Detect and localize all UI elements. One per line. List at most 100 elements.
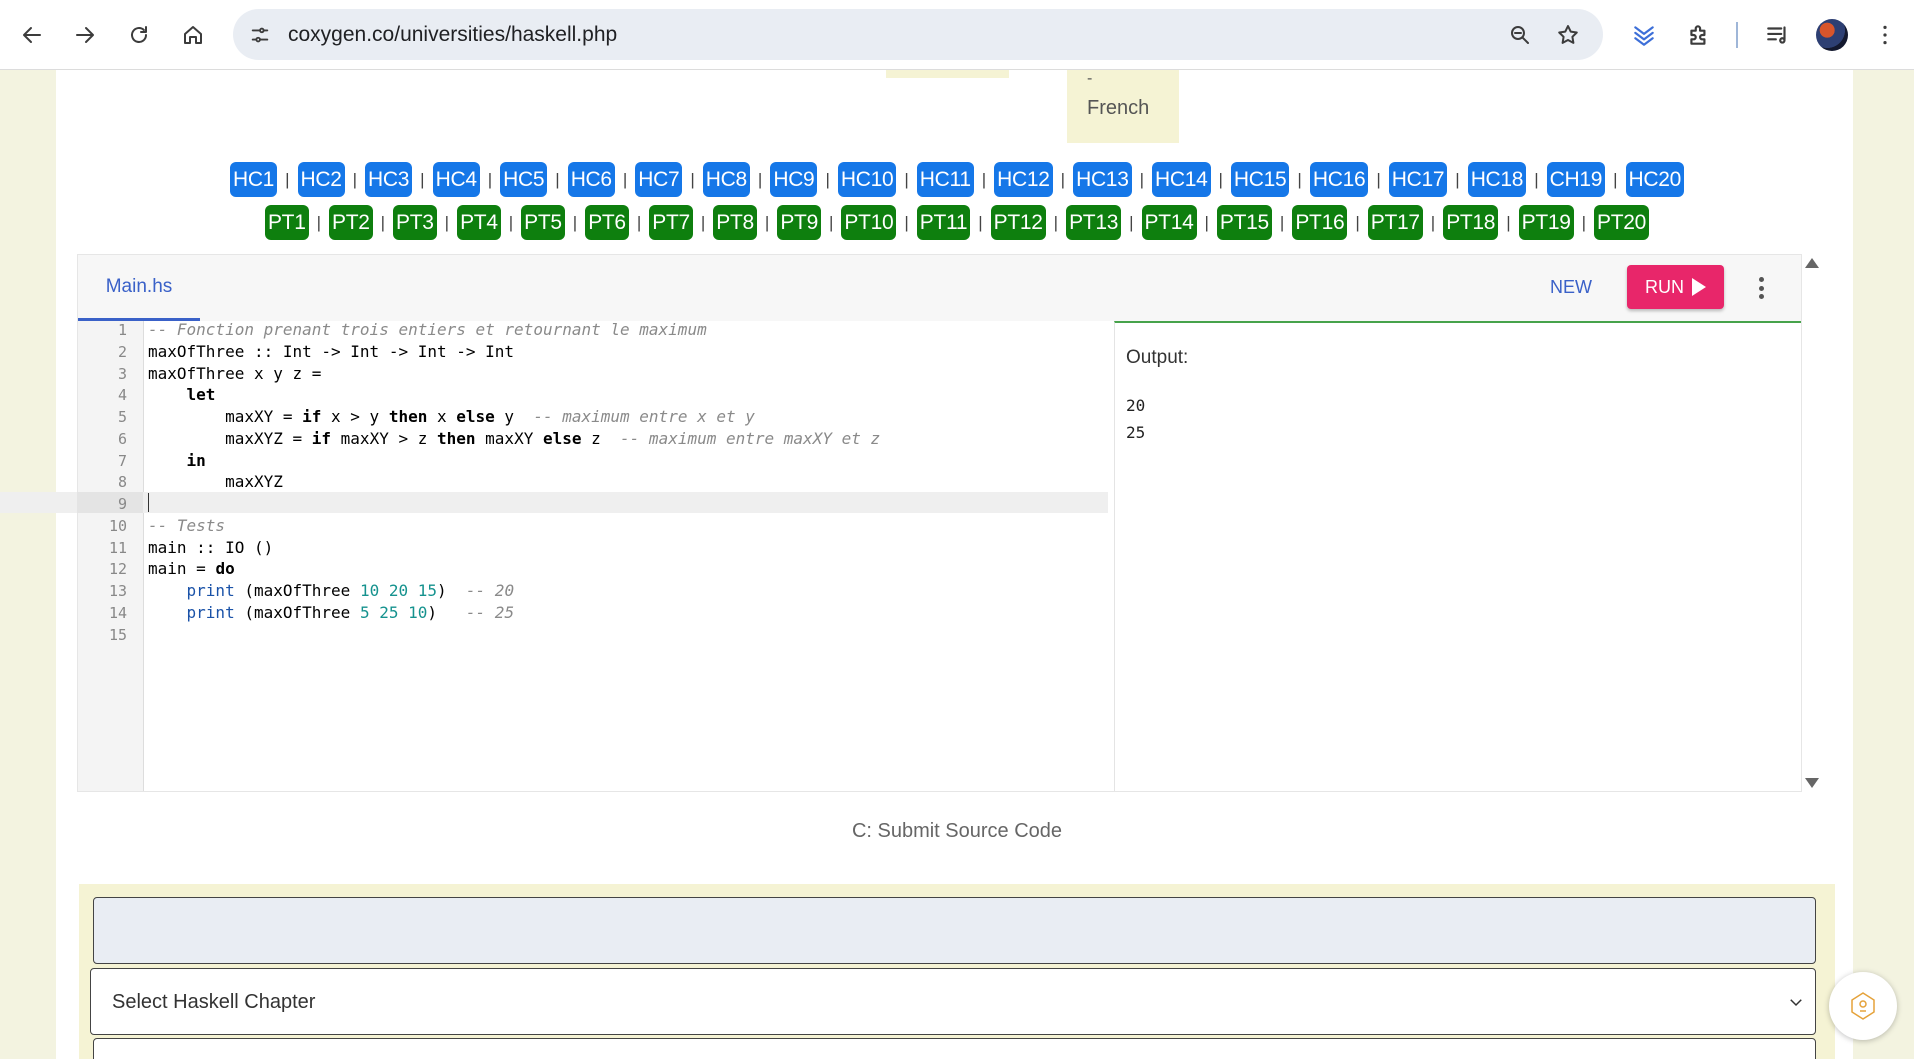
extensions-menu-button[interactable] [1684,20,1714,50]
pt-button-12[interactable]: PT12 [990,205,1046,240]
more-vertical-icon [1758,277,1764,282]
hc-button-1[interactable]: HC1 [229,162,278,197]
home-icon [184,26,202,44]
pt-button-10[interactable]: PT10 [841,205,897,240]
pt-button-11[interactable]: PT11 [916,205,971,240]
forward-button[interactable] [67,17,103,53]
code-line[interactable]: -- Fonction prenant trois entiers et ret… [148,319,707,341]
button-separator: | [285,169,290,189]
hc-button-20[interactable]: HC20 [1625,162,1685,197]
pt-button-19[interactable]: PT19 [1518,205,1574,240]
hc-button-9[interactable]: HC9 [770,162,818,197]
code-line[interactable]: let [148,384,216,406]
hc-button-7[interactable]: HC7 [635,162,683,197]
hc-button-12[interactable]: HC12 [994,162,1053,197]
hc-button-13[interactable]: HC13 [1073,162,1132,197]
code-input-area[interactable] [144,321,1175,791]
pt-button-15[interactable]: PT15 [1216,205,1272,240]
button-separator: | [352,169,358,189]
code-line[interactable]: main = do [148,558,235,580]
zoom-button[interactable] [1507,22,1533,48]
site-info-button[interactable] [247,22,273,48]
button-separator: | [420,169,425,189]
hc-button-4[interactable]: HC4 [432,162,480,197]
pt-button-3[interactable]: PT3 [393,205,437,240]
code-token: print [186,581,235,600]
pt-button-1[interactable]: PT1 [264,205,309,240]
floating-assistant-button[interactable] [1829,972,1897,1040]
code-line[interactable]: print (maxOfThree 5 25 10) -- 25 [148,602,515,624]
hc-button-18[interactable]: HC18 [1467,162,1527,197]
pt-button-2[interactable]: PT2 [329,205,373,240]
pt-button-6[interactable]: PT6 [585,205,629,240]
code-line[interactable]: maxOfThree :: Int -> Int -> Int -> Int [148,341,514,363]
submit-section-title: C: Submit Source Code [851,820,1063,842]
pt-button-16[interactable]: PT16 [1292,205,1348,240]
hc-button-6[interactable]: HC6 [567,162,615,197]
button-separator: | [700,212,706,232]
line-number: 5 [117,408,127,426]
button-separator: | [981,169,987,189]
browser-menu-button[interactable] [1870,20,1900,50]
pt-button-8[interactable]: PT8 [713,205,757,240]
pt-button-5[interactable]: PT5 [521,205,565,240]
run-button[interactable]: RUN [1627,265,1724,309]
language-tab-french[interactable]: - French [1067,70,1179,143]
code-line[interactable]: maxXYZ [148,471,283,493]
reload-button[interactable] [121,17,157,53]
pt-button-14[interactable]: PT14 [1141,205,1197,240]
code-line[interactable]: maxOfThree x y z = [148,363,321,385]
pt-button-4[interactable]: PT4 [457,205,501,240]
hc-button-17[interactable]: HC17 [1388,162,1448,197]
profile-avatar[interactable] [1816,19,1848,51]
language-tab-edge [886,70,1009,78]
pt-button-9[interactable]: PT9 [777,205,821,240]
hc-button-3[interactable]: HC3 [365,162,413,197]
scroll-down-arrow[interactable] [1805,778,1819,788]
url-text[interactable]: coxygen.co/universities/haskell.php [288,23,617,47]
submission-name-input[interactable] [93,897,1816,964]
arrow-right-icon [76,27,94,43]
hc-button-15[interactable]: HC15 [1230,162,1290,197]
code-line[interactable]: maxXY = if x > y then x else y -- maximu… [148,406,755,428]
button-separator: | [555,169,560,189]
hc-button-5[interactable]: HC5 [500,162,548,197]
button-separator: | [978,212,983,232]
pt-button-20[interactable]: PT20 [1594,205,1650,240]
pt-button-7[interactable]: PT7 [649,205,693,240]
hc-button-11[interactable]: HC11 [916,162,974,197]
pt-button-17[interactable]: PT17 [1367,205,1423,240]
line-number: 10 [108,516,127,535]
pt-button-18[interactable]: PT18 [1443,205,1499,240]
hc-button-8[interactable]: HC8 [702,162,750,197]
home-button[interactable] [175,17,211,53]
code-line[interactable]: main :: IO () [148,537,273,559]
hc-button-10[interactable]: HC10 [837,162,897,197]
hc-button-16[interactable]: HC16 [1309,162,1369,197]
code-line[interactable]: in [148,450,206,472]
chapter-select-value: Select Haskell Chapter [112,991,316,1013]
hc-button-19[interactable]: CH19 [1546,162,1606,197]
line-number: 13 [108,582,127,600]
button-separator: | [828,212,834,232]
button-separator: | [1430,212,1436,232]
next-form-field[interactable] [93,1038,1816,1059]
code-line[interactable]: maxXYZ = if maxXY > z then maxXY else z … [148,428,880,450]
hc-button-2[interactable]: HC2 [297,162,345,197]
code-line[interactable]: print (maxOfThree 10 20 15) -- 20 [148,580,515,602]
media-button[interactable] [1763,20,1793,50]
back-button[interactable] [14,17,50,53]
new-button[interactable]: NEW [1550,277,1592,298]
code-line[interactable]: -- Tests [148,515,225,537]
bookmark-button[interactable] [1555,22,1581,48]
scroll-up-arrow[interactable] [1805,258,1819,268]
chapter-select[interactable]: Select Haskell Chapter [90,968,1816,1035]
hc-button-14[interactable]: HC14 [1152,162,1211,197]
address-bar[interactable]: coxygen.co/universities/haskell.php [233,9,1603,60]
editor-more-button[interactable] [1754,273,1768,303]
extension-button[interactable] [1629,20,1659,50]
file-tab-main[interactable]: Main.hs [78,255,200,321]
pt-button-13[interactable]: PT13 [1066,205,1122,240]
